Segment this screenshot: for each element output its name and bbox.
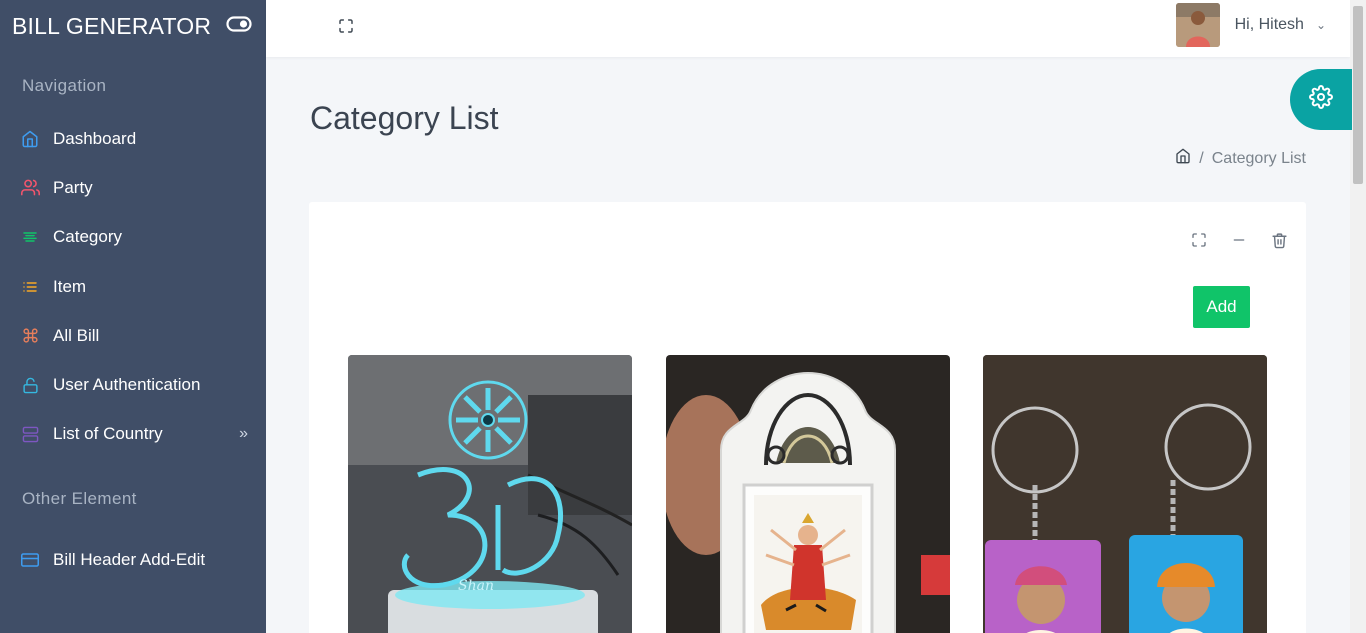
add-category-button[interactable]: Add xyxy=(1193,286,1250,328)
card-delete-icon[interactable] xyxy=(1270,231,1288,249)
sidebar-item-dashboard[interactable]: Dashboard xyxy=(0,114,266,163)
user-greeting: Hi, Hitesh xyxy=(1234,16,1304,33)
sidebar-item-bill-header[interactable]: Bill Header Add-Edit xyxy=(0,535,266,584)
sidebar-item-label: Bill Header Add-Edit xyxy=(53,549,206,569)
list-icon xyxy=(20,277,40,297)
sidebar-item-label: Item xyxy=(53,276,87,296)
category-tile-image[interactable] xyxy=(666,355,950,633)
chevron-down-icon: ⌄ xyxy=(1315,18,1326,32)
sidebar: BILL GENERATOR Navigation Dashboard Part… xyxy=(0,0,266,633)
sidebar-item-label: Dashboard xyxy=(53,128,137,148)
unlock-icon xyxy=(20,375,40,395)
page-title: Category List xyxy=(310,100,499,136)
sidebar-item-list-of-country[interactable]: List of Country » xyxy=(0,410,266,459)
chevrons-right-icon[interactable]: » xyxy=(239,425,248,443)
sidebar-item-party[interactable]: Party xyxy=(0,163,266,212)
user-menu[interactable]: Hi, Hitesh ⌄ xyxy=(1175,3,1326,47)
scrollbar-thumb[interactable] xyxy=(1353,6,1363,184)
category-tile-image[interactable]: Shan xyxy=(348,355,632,633)
sidebar-item-all-bill[interactable]: All Bill xyxy=(0,311,266,360)
card-tools xyxy=(1190,231,1288,249)
settings-button[interactable] xyxy=(1290,69,1352,130)
breadcrumb-separator: / xyxy=(1199,149,1204,167)
home-icon xyxy=(20,129,40,149)
sidebar-item-user-authentication[interactable]: User Authentication xyxy=(0,360,266,409)
sidebar-item-item[interactable]: Item xyxy=(0,262,266,311)
card-fullscreen-icon[interactable] xyxy=(1190,231,1208,249)
brand-bar: BILL GENERATOR xyxy=(0,0,266,52)
sidebar-item-label: List of Country xyxy=(53,424,163,444)
sidebar-item-label: All Bill xyxy=(53,325,100,345)
card-minimize-icon[interactable] xyxy=(1230,231,1248,249)
page-scrollbar[interactable] xyxy=(1350,0,1366,633)
fullscreen-icon[interactable] xyxy=(338,18,354,34)
command-icon xyxy=(20,326,40,346)
breadcrumb-current: Category List xyxy=(1211,149,1306,167)
category-tile-image[interactable] xyxy=(983,355,1267,633)
nav-section-navigation: Navigation xyxy=(22,76,107,95)
svg-text:Shan: Shan xyxy=(458,578,494,594)
sidebar-item-label: User Authentication xyxy=(53,375,201,395)
brand-title: BILL GENERATOR xyxy=(12,12,212,39)
sidebar-toggle-icon[interactable] xyxy=(226,15,252,38)
sidebar-item-category[interactable]: Category xyxy=(0,213,266,262)
align-center-icon xyxy=(20,227,40,247)
sidebar-item-label: Category xyxy=(53,227,122,247)
topbar: Hi, Hitesh ⌄ xyxy=(266,0,1350,57)
nav-section-other: Other Element xyxy=(22,489,137,509)
users-icon xyxy=(20,178,40,198)
credit-card-icon xyxy=(20,550,40,570)
sidebar-item-label: Party xyxy=(53,177,93,197)
avatar xyxy=(1175,3,1220,47)
breadcrumb: / Category List xyxy=(1175,148,1306,169)
breadcrumb-home-icon[interactable] xyxy=(1175,148,1191,169)
server-icon xyxy=(20,424,40,444)
category-card: Add Shan xyxy=(309,202,1306,633)
gear-icon xyxy=(1309,85,1333,114)
